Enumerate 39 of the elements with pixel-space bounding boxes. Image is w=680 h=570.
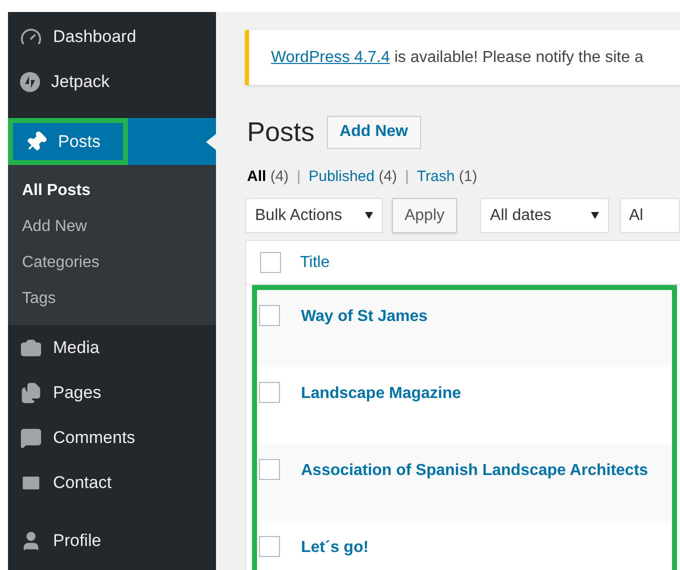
add-new-button[interactable]: Add New bbox=[326, 116, 421, 148]
menu-item[interactable]: Dashboard bbox=[8, 14, 146, 59]
post-title-link[interactable]: Let´s go! bbox=[301, 536, 369, 560]
filter-link[interactable]: All (4) bbox=[247, 166, 289, 188]
page-title: Posts bbox=[247, 116, 315, 149]
caret-icon bbox=[591, 212, 599, 219]
update-link[interactable]: WordPress 4.7.4 bbox=[271, 48, 390, 66]
column-header[interactable]: Title bbox=[300, 250, 330, 274]
menu-item[interactable]: Profile bbox=[8, 518, 112, 563]
checkbox[interactable] bbox=[260, 252, 281, 273]
bulk-actions-select[interactable]: Bulk Actions bbox=[245, 198, 383, 233]
apply-button[interactable]: Apply bbox=[392, 198, 458, 233]
filter-link[interactable]: Published (4) bbox=[308, 166, 397, 188]
notice-text: WordPress 4.7.4 is available! Please notify the site a bbox=[271, 48, 644, 68]
checkbox[interactable] bbox=[259, 459, 280, 480]
category-select[interactable]: Al bbox=[620, 198, 680, 233]
menu-item[interactable]: Jetpack bbox=[8, 59, 120, 104]
menu-item[interactable]: Contact bbox=[8, 460, 122, 505]
separator: | bbox=[296, 166, 301, 187]
caret-icon bbox=[364, 212, 373, 219]
checkbox[interactable] bbox=[259, 382, 280, 403]
post-title-link[interactable]: Landscape Magazine bbox=[301, 382, 462, 406]
post-title-link[interactable]: Way of St James bbox=[301, 305, 428, 329]
menu-item[interactable]: Posts bbox=[8, 118, 128, 165]
post-title-link[interactable]: Association of Spanish Landscape Architects bbox=[301, 459, 648, 483]
menu-item[interactable]: Media bbox=[8, 325, 110, 370]
comment-icon bbox=[20, 426, 42, 448]
submenu-item[interactable]: Tags bbox=[22, 287, 56, 311]
checkbox[interactable] bbox=[259, 536, 280, 557]
separator: | bbox=[405, 166, 409, 187]
submenu-item[interactable]: All Posts bbox=[22, 179, 90, 203]
menu-item[interactable]: Comments bbox=[8, 415, 146, 460]
jetpack-icon bbox=[20, 72, 40, 92]
menu-item[interactable]: Pages bbox=[8, 370, 112, 415]
checkbox[interactable] bbox=[259, 305, 280, 326]
filter-link[interactable]: Trash (1) bbox=[416, 166, 478, 188]
dates-select[interactable]: All dates bbox=[480, 198, 609, 233]
submenu-item[interactable]: Add New bbox=[22, 215, 87, 239]
submenu-item[interactable]: Categories bbox=[22, 251, 100, 275]
